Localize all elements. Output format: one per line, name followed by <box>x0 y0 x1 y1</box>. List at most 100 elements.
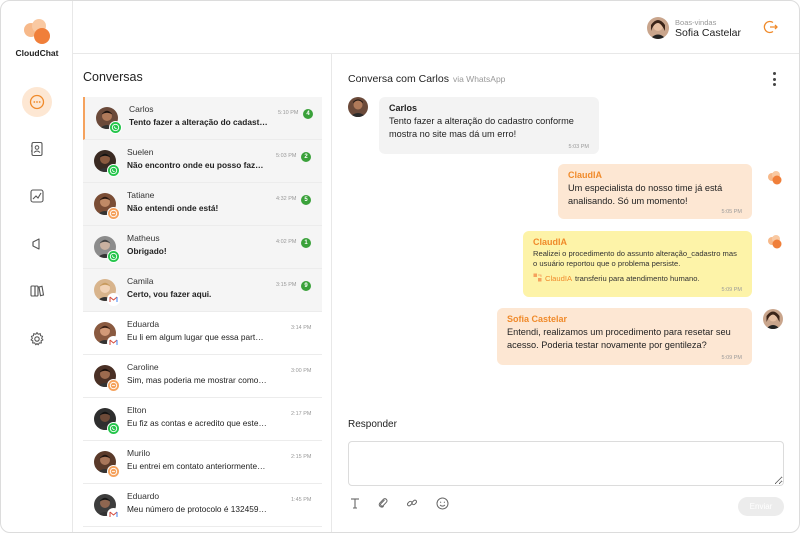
carlos-avatar <box>348 97 368 117</box>
last-message: Obrigado! <box>127 246 167 256</box>
message-time: 5:05 PM <box>721 209 742 215</box>
unread-badge: 1 <box>301 238 311 248</box>
last-message: Sim, mas poderia me mostrar como faço <box>127 375 267 385</box>
chat-panel: Conversa com Carlos via WhatsApp Carlos T… <box>332 54 799 532</box>
cloudchat-logo-icon <box>22 19 52 45</box>
email-icon <box>107 293 120 306</box>
chat-header: Conversa com Carlos via WhatsApp <box>348 73 505 85</box>
message-time: 1:45 PM <box>291 497 312 503</box>
message-time: 5:09 PM <box>721 355 742 361</box>
nav-contacts-icon[interactable] <box>22 134 52 164</box>
message-time: 3:15 PM <box>276 282 297 288</box>
claudia-bot-icon <box>765 168 785 188</box>
send-button[interactable]: Enviar <box>738 497 784 516</box>
message-time: 2:17 PM <box>291 411 312 417</box>
last-message: Eu li em algum lugar que essa parte não … <box>127 332 267 342</box>
top-header: Boas-vindas Sofia Castelar <box>73 1 799 54</box>
last-message: Tento fazer a alteração do cadastro conf… <box>129 117 269 127</box>
emoji-icon[interactable] <box>435 496 449 510</box>
sofia-avatar <box>763 309 783 329</box>
message-time: 5:03 PM <box>276 153 297 159</box>
user-avatar <box>647 17 670 39</box>
conversation-item[interactable]: Matheus Obrigado! 4:02 PM 1 <box>83 226 322 269</box>
whatsapp-icon <box>107 250 120 263</box>
message-time: 4:32 PM <box>276 196 297 202</box>
message-author: Sofia Castelar <box>507 314 568 324</box>
last-message: Eu entrei em contato anteriormente sobre… <box>127 461 267 471</box>
message-time: 5:10 PM <box>278 110 299 116</box>
contact-name: Murilo <box>127 448 151 458</box>
message-text: Um especialista do nosso time já está an… <box>568 183 723 206</box>
transfer-agent: ClaudIA <box>545 274 573 283</box>
transfer-text: transferiu para atendimento humano. <box>575 274 700 283</box>
message-bubble: Sofia Castelar Entendi, realizamos um pr… <box>497 308 752 365</box>
contact-name: Suelen <box>127 147 154 157</box>
nav-campaigns-icon[interactable] <box>22 229 52 259</box>
unread-badge: 9 <box>301 281 311 291</box>
chat-icon <box>107 465 120 478</box>
message-bubble: ClaudIA Realizei o procedimento do assun… <box>523 231 752 297</box>
contact-name: Camila <box>127 276 154 286</box>
conversation-item[interactable]: Caroline Sim, mas poderia me mostrar como… <box>83 355 322 398</box>
conversation-item[interactable]: Eduarda Eu li em algum lugar que essa par… <box>83 312 322 355</box>
contact-name: Elton <box>127 405 147 415</box>
whatsapp-icon <box>109 121 122 134</box>
nav-library-icon[interactable] <box>22 276 52 306</box>
nav-settings-icon[interactable] <box>22 324 52 354</box>
conversation-item[interactable]: Elton Eu fiz as contas e acredito que est… <box>83 398 322 441</box>
conversation-item[interactable]: Carlos Tento fazer a alteração do cadastr… <box>83 97 322 140</box>
last-message: Não encontro onde eu posso fazer a alter… <box>127 160 267 170</box>
text-format-icon[interactable] <box>348 496 362 510</box>
last-message: Eu fiz as contas e acredito que esteja c… <box>127 418 267 428</box>
contact-name: Tatiane <box>127 190 155 200</box>
chat-channel: via WhatsApp <box>452 74 506 84</box>
whatsapp-icon <box>107 164 120 177</box>
contact-name: Carlos <box>129 104 154 114</box>
conversation-item[interactable]: Tatiane Não entendi onde está! 4:32 PM 5 <box>83 183 322 226</box>
reply-label: Responder <box>348 419 397 430</box>
message-time: 4:02 PM <box>276 239 297 245</box>
logout-icon[interactable] <box>763 19 779 38</box>
email-icon <box>107 336 120 349</box>
chat-title: Conversa com Carlos <box>348 73 449 85</box>
last-message: Meu número de protocolo é 132459874 <box>127 504 267 514</box>
logo: CloudChat <box>1 19 73 58</box>
last-message: Não entendi onde está! <box>127 203 219 213</box>
contact-name: Eduardo <box>127 491 160 501</box>
transfer-notice: ClaudIA transferiu para atendimento huma… <box>533 273 742 284</box>
app-window: CloudChat Boas-vindas Sofia Castelar Con… <box>0 0 800 533</box>
message-text: Tento fazer a alteração do cadastro conf… <box>389 116 574 139</box>
conversations-title: Conversas <box>83 70 143 84</box>
more-options-icon[interactable] <box>773 72 777 89</box>
reply-input[interactable] <box>348 441 784 486</box>
attachment-icon[interactable] <box>376 496 390 510</box>
message-author: ClaudIA <box>533 237 568 247</box>
transfer-icon <box>533 273 542 284</box>
contact-name: Caroline <box>127 362 159 372</box>
conversation-item[interactable]: Eduardo Meu número de protocolo é 1324598… <box>83 484 322 527</box>
claudia-bot-icon <box>765 232 785 252</box>
message-time: 2:15 PM <box>291 454 312 460</box>
user-profile[interactable]: Boas-vindas Sofia Castelar <box>647 17 741 39</box>
app-name: CloudChat <box>15 48 59 58</box>
conversation-item[interactable]: Camila Certo, vou fazer aqui. 3:15 PM 9 <box>83 269 322 312</box>
user-name: Sofia Castelar <box>675 26 741 39</box>
unread-badge: 2 <box>301 152 311 162</box>
message-author: Carlos <box>389 103 418 113</box>
message-time: 3:00 PM <box>291 368 312 374</box>
message-bubble: Carlos Tento fazer a alteração do cadast… <box>379 97 599 154</box>
message-text: Realizei o procedimento do assunto alter… <box>533 249 737 268</box>
message-author: ClaudIA <box>568 170 603 180</box>
link-icon[interactable] <box>405 496 419 510</box>
conversation-item[interactable]: Murilo Eu entrei em contato anteriormente… <box>83 441 322 484</box>
message-time: 5:03 PM <box>568 144 589 150</box>
nav-chats-icon[interactable] <box>22 87 52 117</box>
whatsapp-icon <box>107 422 120 435</box>
nav-reports-icon[interactable] <box>22 181 52 211</box>
conversation-item[interactable]: Suelen Não encontro onde eu posso fazer a… <box>83 140 322 183</box>
chat-icon <box>107 379 120 392</box>
conversation-list[interactable]: Carlos Tento fazer a alteração do cadastr… <box>83 97 322 532</box>
chat-icon <box>107 207 120 220</box>
sidebar: CloudChat <box>1 1 73 532</box>
message-time: 5:09 PM <box>721 287 742 293</box>
